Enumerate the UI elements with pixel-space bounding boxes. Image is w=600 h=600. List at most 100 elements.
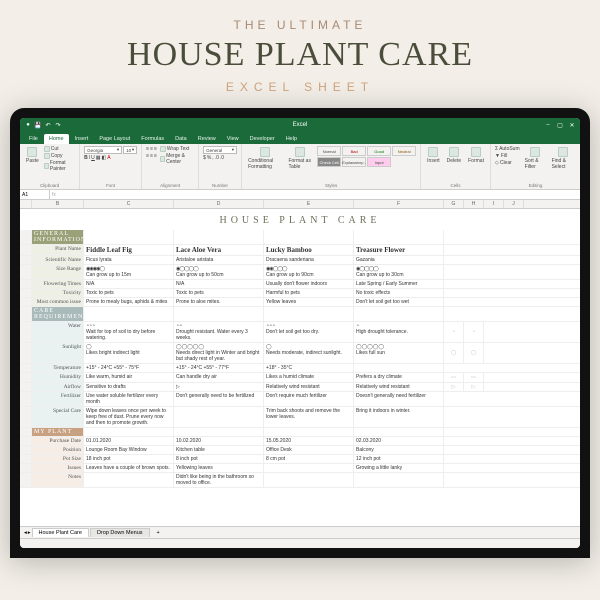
col-G[interactable]: G xyxy=(444,200,464,208)
cell[interactable]: ◯Likes bright indirect light xyxy=(84,343,174,363)
cell[interactable]: Like warm, humid air xyxy=(84,373,174,382)
merge-center-button[interactable]: Merge & Center xyxy=(160,153,194,165)
cell[interactable]: Use water soluble fertilizer every month xyxy=(84,392,174,406)
comma-button[interactable]: , xyxy=(212,155,213,161)
cell[interactable]: Usually don't flower indoors xyxy=(264,280,354,288)
cell[interactable]: Ficus lyrata xyxy=(84,256,174,264)
sheet-nav-next[interactable]: ▸ xyxy=(28,530,31,536)
col-F[interactable]: F xyxy=(354,200,444,208)
font-name-dropdown[interactable]: Georgia▾ xyxy=(84,146,122,154)
cell[interactable]: Gazania xyxy=(354,256,444,264)
cell[interactable]: Relatively wind resistant xyxy=(264,383,354,391)
tab-data[interactable]: Data xyxy=(170,134,192,144)
style-good[interactable]: Good xyxy=(367,146,391,156)
cell[interactable]: Prefers a dry climate xyxy=(354,373,444,382)
cell[interactable]: Bring it indoors in winter. xyxy=(354,407,444,427)
insert-cells-button[interactable]: Insert xyxy=(425,146,442,165)
cell[interactable]: Sensitive to drafts xyxy=(84,383,174,391)
cell[interactable]: Dracaena sanderiana xyxy=(264,256,354,264)
cell[interactable]: ▷ xyxy=(444,383,464,391)
cell[interactable]: ◯ xyxy=(464,343,484,363)
style-input[interactable]: Input xyxy=(367,157,391,167)
align-left-button[interactable]: ≡ xyxy=(146,153,149,159)
sheet-tab-dropdown[interactable]: Drop Down Menus xyxy=(90,528,150,537)
cell[interactable]: Lounge Room Bay Window xyxy=(84,446,174,454)
cell[interactable]: ◔◔◔Don't let soil get too dry. xyxy=(264,322,354,342)
cell[interactable]: ◉◉◉◉◯Can grow up to 15m xyxy=(84,265,174,279)
style-check[interactable]: Check Cell xyxy=(317,157,341,167)
close-icon[interactable]: ✕ xyxy=(568,121,576,129)
cell[interactable]: 10.02.2020 xyxy=(174,437,264,445)
format-painter-button[interactable]: Format Painter xyxy=(44,160,75,172)
cell[interactable]: Wipe down leaves once per week to keep f… xyxy=(84,407,174,427)
tab-page-layout[interactable]: Page Layout xyxy=(94,134,135,144)
cell-plant-2[interactable]: Lucky Bamboo xyxy=(264,245,354,255)
style-normal[interactable]: Normal xyxy=(317,146,341,156)
cell[interactable]: ◔High drought tolerance. xyxy=(354,322,444,342)
currency-button[interactable]: $ xyxy=(203,155,206,161)
worksheet[interactable]: HOUSE PLANT CARE GENERAL INFORMATION Pla… xyxy=(20,209,580,526)
style-neutral[interactable]: Neutral xyxy=(392,146,416,156)
align-mid-button[interactable]: ≡ xyxy=(150,146,153,152)
font-size-dropdown[interactable]: 10▾ xyxy=(123,146,137,154)
col-B[interactable]: B xyxy=(32,200,84,208)
col-D[interactable]: D xyxy=(174,200,264,208)
autosave-icon[interactable]: ● xyxy=(24,121,32,129)
format-cells-button[interactable]: Format xyxy=(466,146,486,165)
cell[interactable]: N/A xyxy=(174,280,264,288)
cell[interactable]: Yellowing leaves xyxy=(174,464,264,472)
cell[interactable]: ◯◯◯◯◯Needs direct light in Winter and br… xyxy=(174,343,264,363)
cell[interactable]: 〰 xyxy=(444,373,464,382)
cell[interactable]: Toxic to pets xyxy=(174,289,264,297)
cell[interactable]: 18 inch pot xyxy=(84,455,174,463)
redo-icon[interactable]: ↷ xyxy=(54,121,62,129)
tab-insert[interactable]: Insert xyxy=(70,134,94,144)
italic-button[interactable]: I xyxy=(89,155,90,161)
sort-filter-button[interactable]: Sort & Filter xyxy=(523,146,547,171)
sheet-tab-active[interactable]: House Plant Care xyxy=(32,528,89,537)
align-center-button[interactable]: ≡ xyxy=(150,153,153,159)
cell[interactable]: Leaves have a couple of brown spots. xyxy=(84,464,174,472)
cell[interactable]: ◔ xyxy=(464,322,484,342)
cut-button[interactable]: Cut xyxy=(44,146,75,152)
cell[interactable]: No toxic effects xyxy=(354,289,444,297)
cell[interactable]: Don't generally need to be fertilized xyxy=(174,392,264,406)
cell[interactable]: ◔ xyxy=(444,322,464,342)
bold-button[interactable]: B xyxy=(84,155,88,161)
find-select-button[interactable]: Find & Select xyxy=(550,146,576,171)
undo-icon[interactable]: ↶ xyxy=(44,121,52,129)
cell[interactable]: Can handle dry air xyxy=(174,373,264,382)
style-explan[interactable]: Explanatory... xyxy=(342,157,366,167)
tab-help[interactable]: Help xyxy=(281,134,302,144)
maximize-icon[interactable]: ▢ xyxy=(556,121,564,129)
cell[interactable]: Late Spring / Early Summer xyxy=(354,280,444,288)
cell[interactable]: Don't let soil get too wet xyxy=(354,298,444,306)
underline-button[interactable]: U xyxy=(91,155,95,161)
cell[interactable]: 8 inch pot xyxy=(174,455,264,463)
cell[interactable]: ◯◯◯◯◯Likes full sun xyxy=(354,343,444,363)
cell[interactable]: Kitchen table xyxy=(174,446,264,454)
cell[interactable]: Growing a little lanky xyxy=(354,464,444,472)
fill-button[interactable]: ▼Fill xyxy=(495,153,520,159)
cell[interactable]: Balcony xyxy=(354,446,444,454)
align-top-button[interactable]: ≡ xyxy=(146,146,149,152)
tab-review[interactable]: Review xyxy=(193,134,221,144)
cell[interactable]: Office Desk xyxy=(264,446,354,454)
cell[interactable]: ◯Needs moderate, indirect sunlight. xyxy=(264,343,354,363)
cell[interactable] xyxy=(174,407,264,427)
align-right-button[interactable]: ≡ xyxy=(154,153,157,159)
tab-home[interactable]: Home xyxy=(44,134,69,144)
cell[interactable]: 02.03.2020 xyxy=(354,437,444,445)
border-button[interactable]: ▦ xyxy=(96,155,101,161)
cell[interactable]: 8 cm pot xyxy=(264,455,354,463)
minimize-icon[interactable]: – xyxy=(544,121,552,129)
cell[interactable]: Trim back shoots and remove the lower le… xyxy=(264,407,354,427)
save-icon[interactable]: 💾 xyxy=(34,121,42,129)
align-bot-button[interactable]: ≡ xyxy=(154,146,157,152)
cell[interactable]: ◉◯◯◯◯Can grow up to 50cm xyxy=(174,265,264,279)
cell[interactable]: +18° - 35°C xyxy=(264,364,354,372)
paste-button[interactable]: Paste xyxy=(24,146,41,165)
sheet-nav-prev[interactable]: ◂ xyxy=(24,530,27,536)
clear-button[interactable]: ◇Clear xyxy=(495,160,520,166)
cell[interactable]: ◉◉◯◯◯Can grow up to 90cm xyxy=(264,265,354,279)
